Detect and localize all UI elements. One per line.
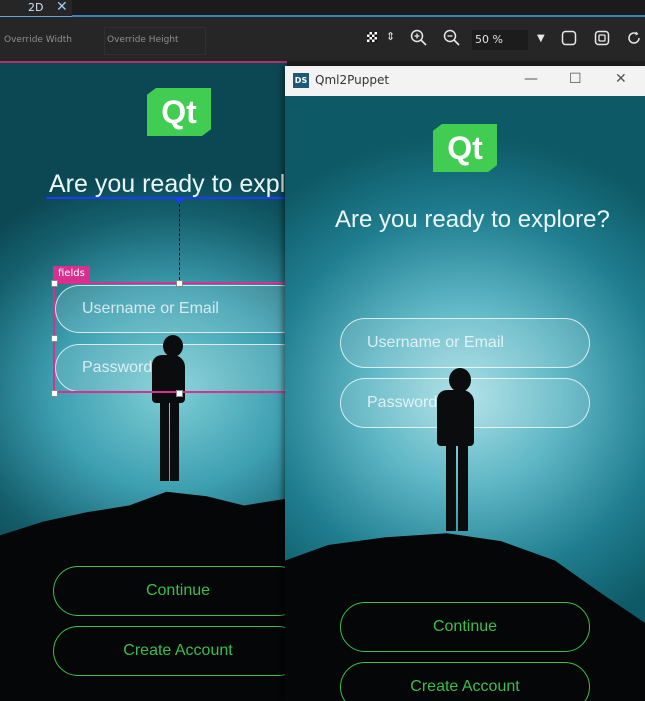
resize-handle[interactable] [51, 390, 58, 397]
reset-view-icon[interactable] [626, 30, 642, 46]
maximize-button[interactable]: ☐ [569, 71, 582, 87]
override-width-input[interactable]: Override Width [4, 35, 100, 51]
canvas-top-border [0, 61, 287, 63]
zoom-out-icon[interactable] [443, 29, 461, 47]
qt-logo: Qt [147, 88, 211, 136]
zoom-dropdown-chevron-icon[interactable]: ▼ [537, 31, 545, 47]
tab-2d-label: 2D [28, 1, 44, 14]
minimize-button[interactable]: — [524, 71, 538, 87]
fit-to-screen-icon[interactable] [561, 30, 577, 46]
tab-bar: 2D ✕ [0, 0, 645, 18]
headline-text[interactable]: Are you ready to explore? [49, 170, 287, 199]
create-account-button[interactable]: Create Account [53, 626, 287, 676]
zoom-in-icon[interactable] [410, 29, 428, 47]
resize-handle[interactable] [176, 280, 183, 287]
fit-selection-icon[interactable] [594, 30, 610, 46]
preview-window[interactable]: DS Qml2Puppet — ☐ ✕ Qt Are you ready to … [285, 66, 645, 701]
window-titlebar[interactable]: DS Qml2Puppet — ☐ ✕ [285, 66, 645, 96]
resize-handle[interactable] [51, 335, 58, 342]
continue-button[interactable]: Continue [340, 602, 590, 652]
tab-2d[interactable]: 2D ✕ [0, 0, 72, 18]
preview-content: Qt Are you ready to explore? Username or… [285, 96, 645, 701]
resize-handle[interactable] [51, 280, 58, 287]
window-title: Qml2Puppet [315, 73, 390, 87]
window-close-button[interactable]: ✕ [615, 71, 627, 87]
app-badge-icon: DS [293, 73, 309, 88]
create-account-button[interactable]: Create Account [340, 662, 590, 701]
override-height-input[interactable]: Override Height [107, 35, 203, 51]
selection-box[interactable] [53, 282, 293, 393]
anchor-line [46, 197, 287, 199]
resize-handle[interactable] [176, 390, 183, 397]
selection-label[interactable]: fields [53, 266, 90, 282]
anchor-guide [179, 204, 180, 280]
username-field[interactable]: Username or Email [340, 318, 590, 368]
toolbar: Override Width Override Height ⇕ 50 % ▼ [0, 17, 645, 61]
updown-chevron-icon[interactable]: ⇕ [386, 29, 395, 45]
continue-button[interactable]: Continue [53, 566, 287, 616]
background-color-icon[interactable] [367, 32, 377, 42]
qt-logo: Qt [433, 124, 497, 172]
headline-text: Are you ready to explore? [335, 206, 610, 233]
zoom-level-field[interactable]: 50 % [472, 30, 528, 50]
close-icon[interactable]: ✕ [56, 0, 68, 15]
